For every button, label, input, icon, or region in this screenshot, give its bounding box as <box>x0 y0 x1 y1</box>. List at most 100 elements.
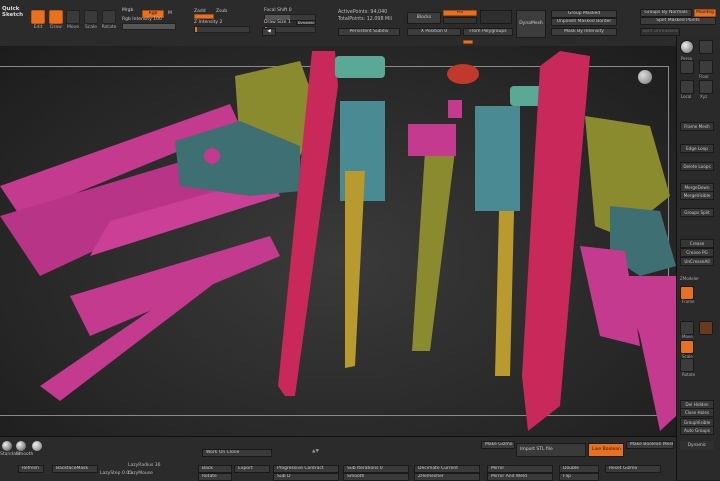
export-button[interactable]: Export <box>234 465 270 473</box>
quick-sketch-button[interactable]: Quick Sketch <box>2 6 30 28</box>
crease-pg-button[interactable]: Crease PG <box>680 248 714 257</box>
close-holes-button[interactable]: Close Holes <box>680 408 714 417</box>
bottom-shelf: Standard Smooth Refresh BackfaceMask Wor… <box>0 436 676 481</box>
snake-brush-icon[interactable] <box>32 441 42 451</box>
floor-button[interactable] <box>699 60 713 74</box>
rotate-button[interactable] <box>102 10 116 24</box>
dynamic-label[interactable]: Dynamic <box>680 441 714 450</box>
auto-groups-button[interactable]: Auto Groups <box>680 426 714 435</box>
zadd-active-indicator <box>194 14 214 19</box>
spix-icon[interactable] <box>699 40 713 54</box>
center-magenta-block <box>408 124 456 156</box>
lazy-radius-label[interactable]: LazyRadius 36 <box>128 463 161 468</box>
focal-shift-label: Focal Shift 0 <box>264 8 292 13</box>
groups-split-button[interactable]: Groups Split <box>680 208 714 217</box>
texture-icon[interactable] <box>699 321 713 335</box>
center-small-block <box>448 100 462 118</box>
draw-size-label: Draw Size 1 <box>264 20 291 25</box>
persistent-subdiv-button[interactable]: Persistent Subdiv <box>338 28 400 36</box>
frame-mesh-button[interactable]: Frame Mesh <box>680 122 714 131</box>
progressive-contract-button[interactable]: Progressive Contract <box>273 465 339 473</box>
move-label-tray: Move <box>682 334 693 339</box>
from-polygroups-button[interactable]: From Polygroups <box>463 28 513 36</box>
sub-iterations-slider[interactable]: Sub Iterations 0 <box>343 465 409 473</box>
mirror-button[interactable]: Mirror <box>487 465 553 473</box>
frame-icon-button[interactable] <box>680 286 694 300</box>
right-tray: Persp Floor Local Xyz Frame Mesh Edge Lo… <box>676 36 720 480</box>
move-label: Move <box>66 25 80 30</box>
dynamic-button[interactable]: Dynamic <box>296 20 316 25</box>
work-on-clone-button[interactable]: Work On Clone <box>202 449 272 457</box>
make-gizmo-button[interactable]: Make Gizmo <box>481 441 515 449</box>
total-points-readout: TotalPoints: 12.098 Mil <box>338 17 392 22</box>
local-button[interactable] <box>680 80 694 94</box>
draw-button[interactable] <box>49 10 63 24</box>
refresh-slider[interactable]: Refresh <box>18 465 44 473</box>
persp-button[interactable] <box>680 60 694 74</box>
rgb-intensity-slider[interactable] <box>122 23 176 30</box>
uncrease-all-button[interactable]: UnCreaseAll <box>680 257 714 266</box>
xyz-button[interactable] <box>699 80 713 94</box>
zsub-button[interactable]: Zsub <box>216 9 227 14</box>
rotate-label-tray: Rotate <box>682 372 696 377</box>
edit-button[interactable] <box>31 10 45 24</box>
split-masked-points-button[interactable]: Split Masked Points <box>640 17 716 25</box>
group-masked-button[interactable]: Group Masked <box>551 10 617 18</box>
3d-model-render <box>0 51 676 431</box>
lazy-mouse-label[interactable]: LazyMouse <box>128 471 153 476</box>
blocks-button[interactable]: Blocks <box>407 12 441 24</box>
import-stl-button[interactable]: Import STL file <box>516 443 586 457</box>
split-unmasked-button[interactable]: Split Unmasked <box>640 28 680 36</box>
mask-by-intensity-button[interactable]: Mask By Intensity <box>551 28 617 36</box>
pin-slider[interactable] <box>443 17 477 24</box>
delete-loops-button[interactable]: Delete Loops <box>680 162 714 171</box>
bpr-sphere-icon[interactable] <box>680 40 694 54</box>
move-button[interactable] <box>66 10 80 24</box>
standard-brush-icon[interactable] <box>2 441 12 451</box>
x-position-slider[interactable]: X Position 0 <box>407 28 461 36</box>
scale-button[interactable] <box>84 10 98 24</box>
make-boolean-mesh-button[interactable]: Make Boolean Mesh <box>626 441 674 449</box>
unpolish-masked-border-button[interactable]: Unpolish Masked Border <box>551 18 617 26</box>
backface-mask-button[interactable]: BackfaceMask <box>52 465 98 473</box>
mrgb-label[interactable]: Mrgb <box>122 8 133 13</box>
center-olive-rod <box>412 151 455 351</box>
edit-label: Edit <box>33 25 43 30</box>
xyz-label: Xyz <box>700 94 708 99</box>
frame-label: Frame <box>682 299 695 304</box>
reset-gizmo-button[interactable]: Reset Gizmo <box>605 465 661 473</box>
merge-visible-button[interactable]: MergeVisible <box>680 191 714 200</box>
decimate-current-button[interactable]: Decimate Current <box>414 465 480 473</box>
m-button[interactable]: M <box>168 11 172 16</box>
dynamesh-button[interactable]: DynaMesh <box>516 10 546 38</box>
back-button[interactable]: Back <box>198 465 232 473</box>
scale-label: Scale <box>84 25 98 30</box>
left-gold-rod <box>345 171 365 368</box>
crease-button[interactable]: Crease <box>680 239 714 248</box>
move-icon-button[interactable] <box>680 321 694 335</box>
right-teal-arm <box>475 106 520 211</box>
disabled-button <box>480 10 512 24</box>
orientation-gizmo-icon[interactable] <box>638 70 652 84</box>
maxdeg-slider[interactable]: Maxdeg <box>694 9 716 17</box>
pin-button[interactable]: Pin <box>443 10 477 16</box>
up-down-arrows[interactable]: ▲▼ <box>312 449 319 454</box>
floor-label: Floor <box>699 74 709 79</box>
live-boolean-button[interactable]: Live Boolean <box>588 443 624 457</box>
zmodeler-label: ZModeler <box>680 276 699 281</box>
smooth-brush-icon[interactable] <box>16 441 26 451</box>
edge-loop-button[interactable]: Edge Loop <box>680 144 714 153</box>
z-intensity-label: Z Intensity 2 <box>194 20 223 25</box>
scale-icon-button[interactable] <box>680 340 694 354</box>
rotate-icon-button[interactable] <box>680 358 694 372</box>
double-button[interactable]: Double <box>559 465 599 473</box>
active-points-readout: ActivePoints: 94,040 <box>338 10 388 15</box>
canvas-viewport[interactable] <box>0 46 676 436</box>
z-intensity-slider[interactable] <box>194 26 250 33</box>
smooth-brush-label: Smooth <box>16 452 34 457</box>
rgb-intensity-label: Rgb Intensity 100 <box>122 17 162 22</box>
back-arrow-button[interactable]: ◀ <box>262 28 276 36</box>
groups-by-normals-button[interactable]: Groups By Normals <box>640 9 692 17</box>
top-shelf: Quick Sketch Edit Draw Move Scale Rotate… <box>0 0 720 47</box>
right-crimson-strut <box>522 51 590 431</box>
